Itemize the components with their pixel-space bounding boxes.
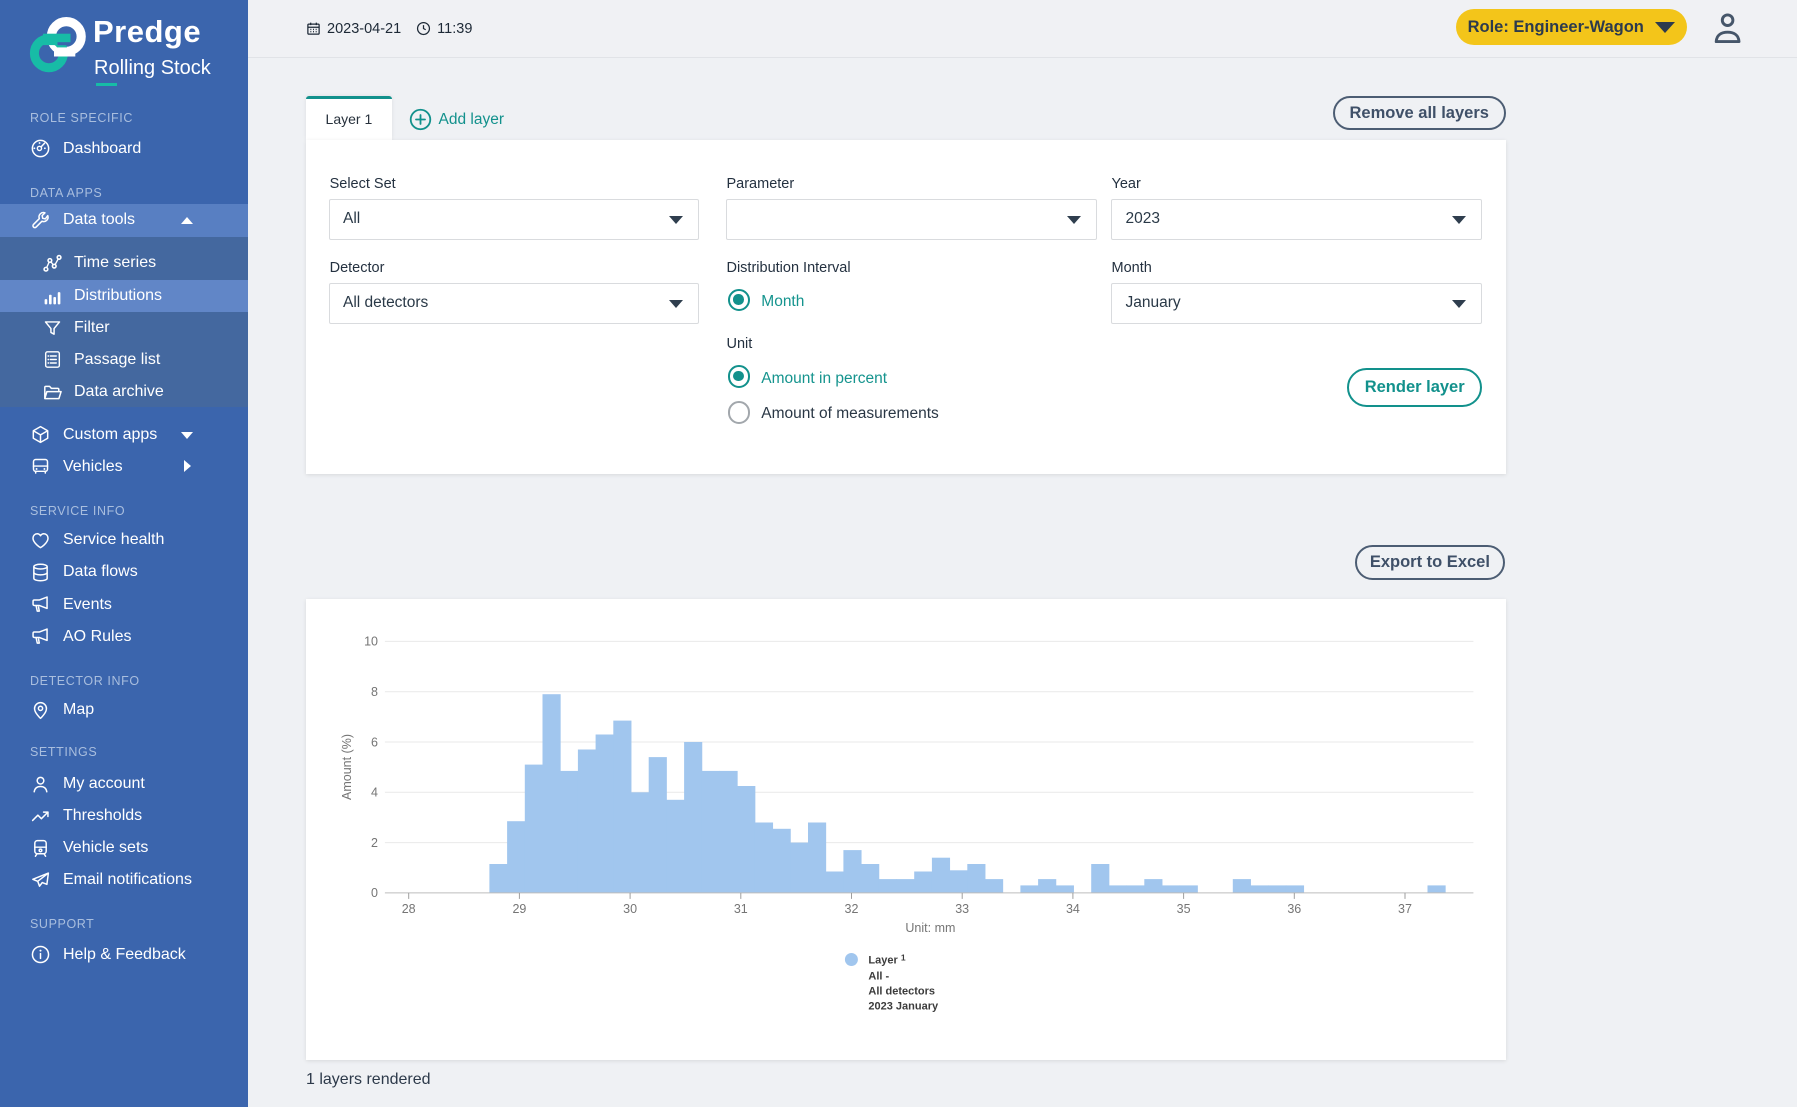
- svg-text:All detectors: All detectors: [868, 985, 935, 997]
- svg-text:Unit: mm: Unit: mm: [905, 921, 955, 935]
- svg-text:10: 10: [364, 634, 378, 648]
- svg-text:35: 35: [1176, 902, 1190, 916]
- svg-text:32: 32: [844, 902, 858, 916]
- svg-text:31: 31: [733, 902, 747, 916]
- svg-text:Layer 1: Layer 1: [868, 952, 905, 966]
- svg-text:0: 0: [371, 886, 378, 900]
- svg-text:4: 4: [371, 785, 378, 799]
- svg-text:6: 6: [371, 735, 378, 749]
- svg-text:36: 36: [1287, 902, 1301, 916]
- svg-text:33: 33: [955, 902, 969, 916]
- svg-text:29: 29: [512, 902, 526, 916]
- svg-text:28: 28: [401, 902, 415, 916]
- svg-text:Amount (%): Amount (%): [340, 734, 354, 800]
- svg-text:All -: All -: [868, 970, 889, 982]
- svg-text:2: 2: [371, 835, 378, 849]
- svg-text:30: 30: [623, 902, 637, 916]
- svg-text:37: 37: [1398, 902, 1412, 916]
- svg-text:34: 34: [1066, 902, 1080, 916]
- svg-text:2023 January: 2023 January: [868, 1000, 939, 1012]
- svg-text:8: 8: [371, 685, 378, 699]
